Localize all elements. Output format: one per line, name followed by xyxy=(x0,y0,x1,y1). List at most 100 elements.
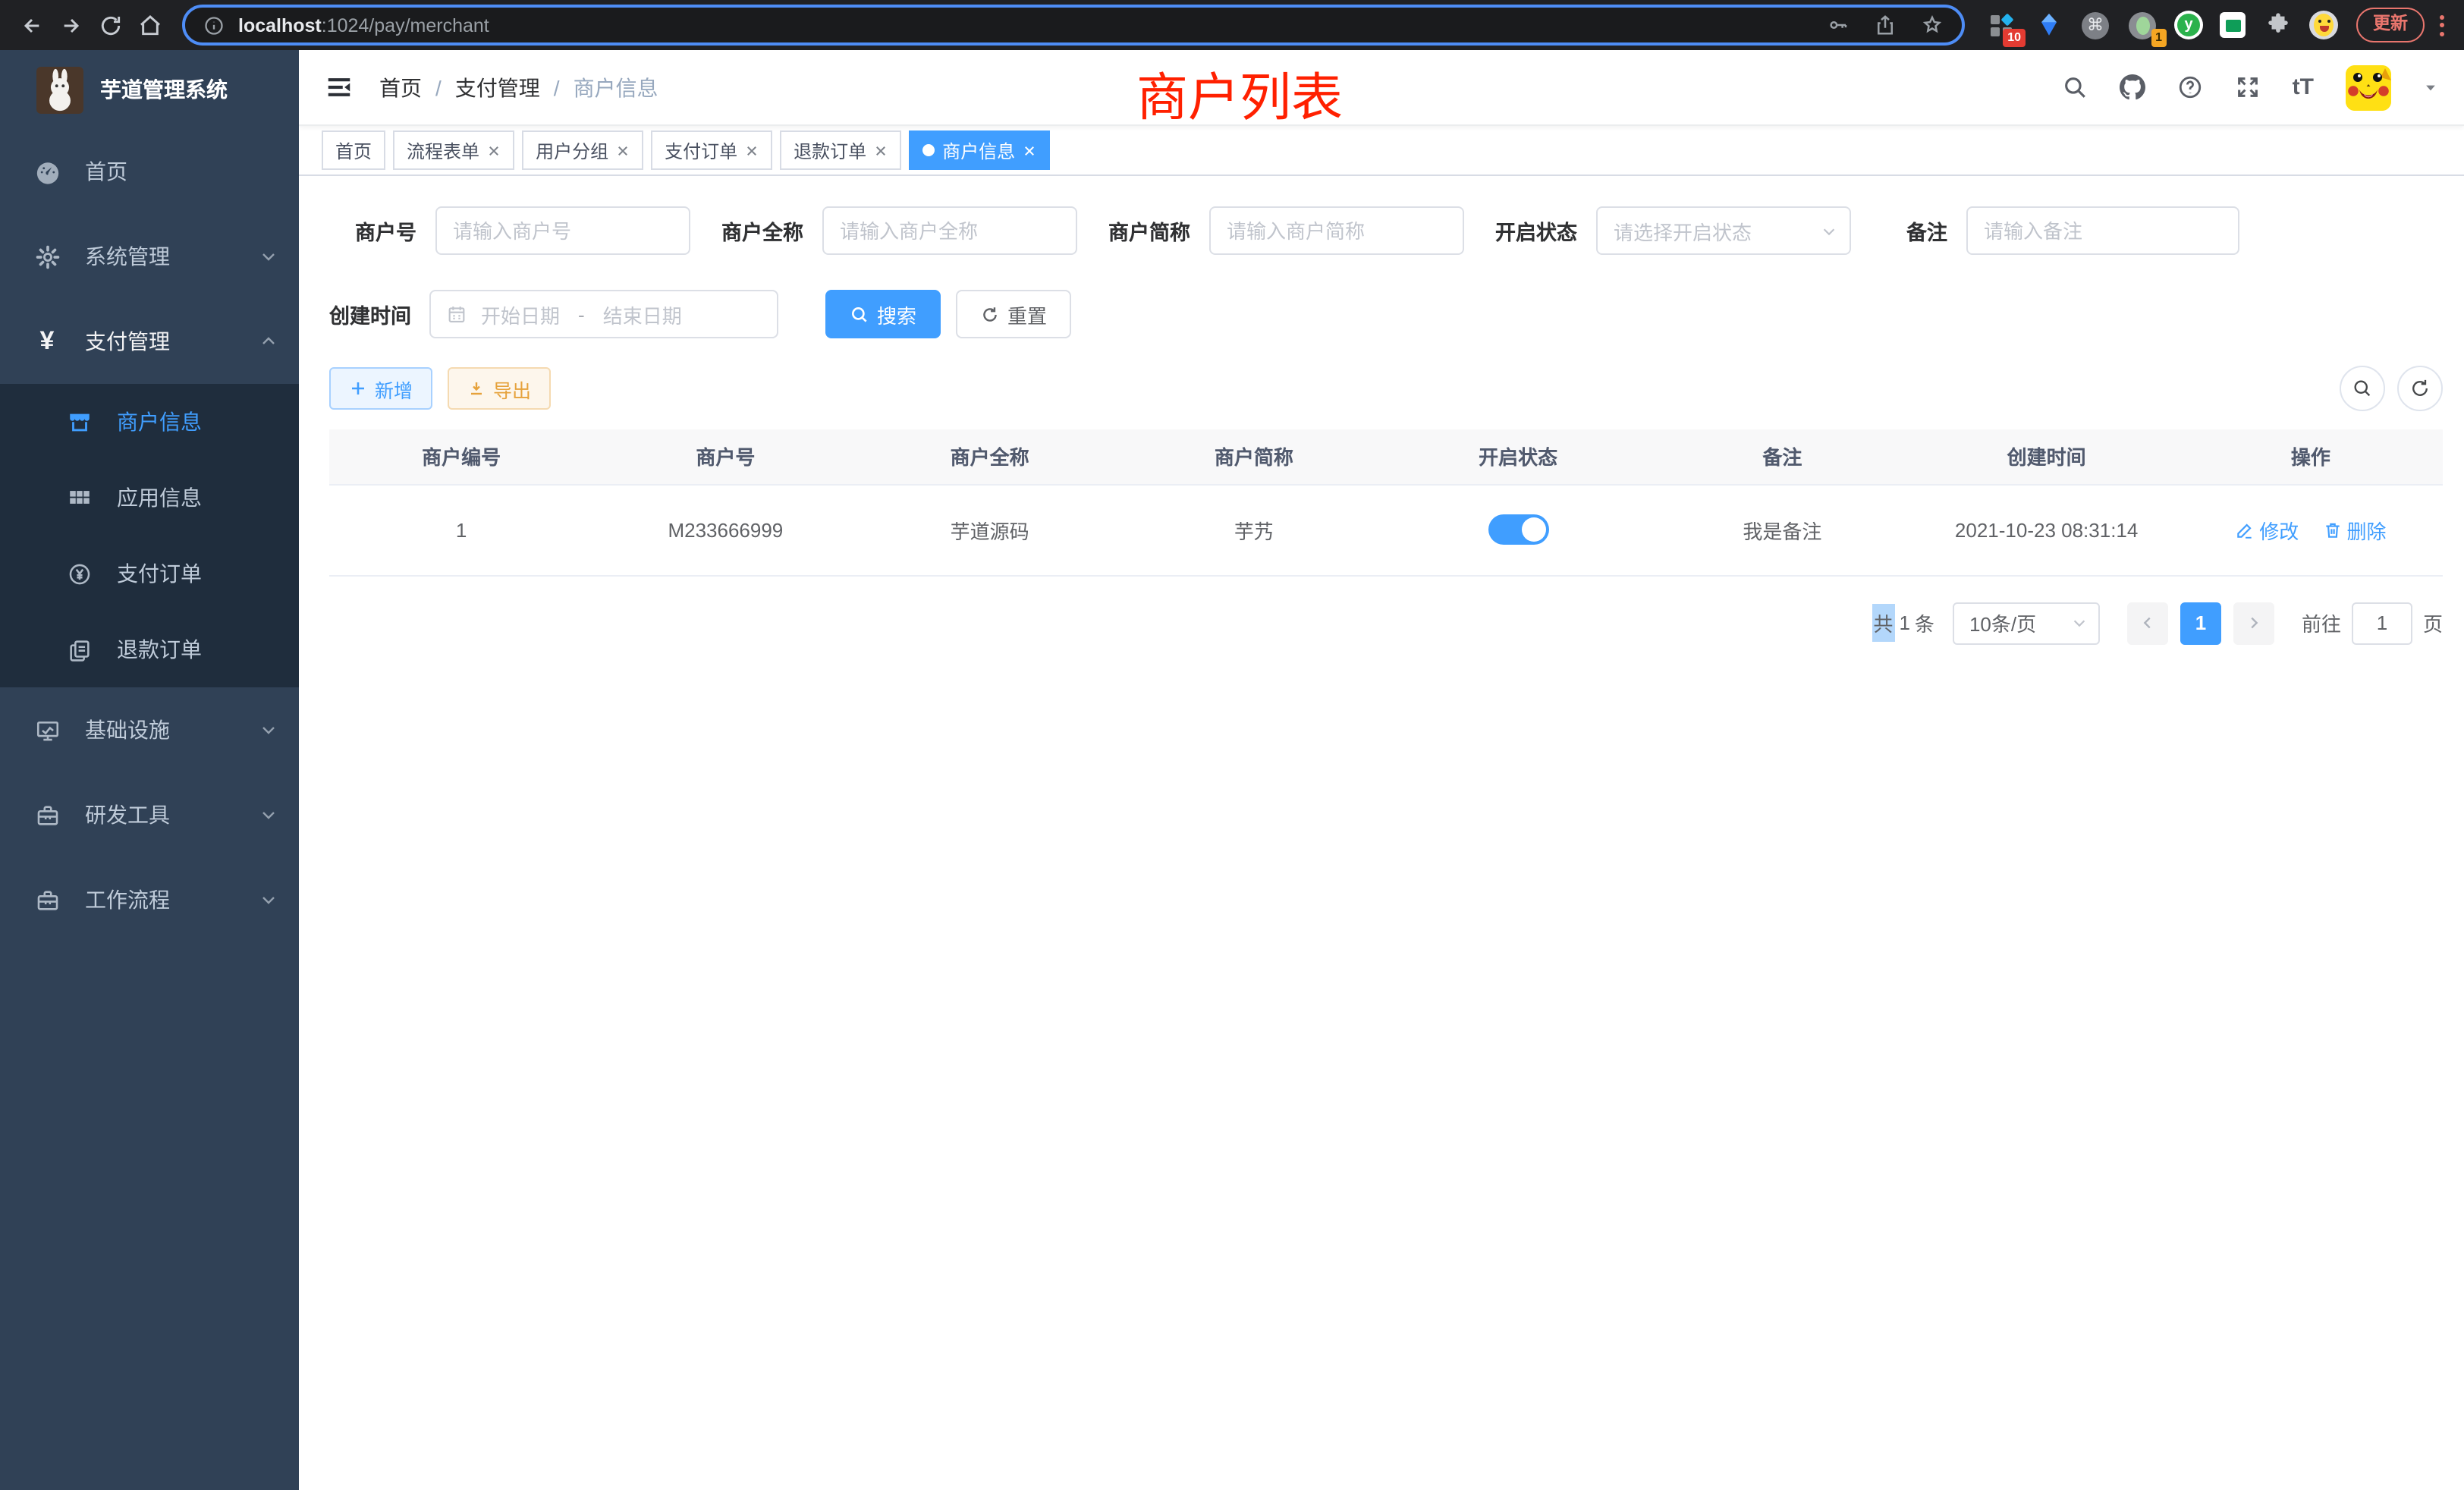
close-icon[interactable] xyxy=(1023,143,1036,157)
refresh-table-button[interactable] xyxy=(2397,366,2443,411)
sidebar-item-label: 支付管理 xyxy=(85,326,170,357)
delete-link-label: 删除 xyxy=(2347,515,2387,544)
short-name-input[interactable] xyxy=(1208,206,1463,255)
pagination-goto: 前往 页 xyxy=(2302,602,2443,644)
sidebar-item-pay-order[interactable]: 支付订单 xyxy=(0,536,299,611)
trash-icon xyxy=(2323,520,2343,539)
browser-back-button[interactable] xyxy=(12,5,52,45)
cell-status xyxy=(1386,484,1650,575)
extensions-menu-button[interactable] xyxy=(2262,10,2293,40)
sidebar-item-home[interactable]: 首页 xyxy=(0,129,299,214)
tab-label: 用户分组 xyxy=(536,137,608,163)
breadcrumb-payment[interactable]: 支付管理 xyxy=(455,72,540,102)
page-size-value: 10条/页 xyxy=(1969,608,2036,637)
font-size-button[interactable]: tT xyxy=(2293,74,2314,100)
chevron-down-icon xyxy=(259,721,278,739)
tab-merchant-info[interactable]: 商户信息 xyxy=(909,130,1050,170)
col-merchant-id: 商户编号 xyxy=(329,429,593,484)
fullscreen-button[interactable] xyxy=(2235,74,2261,100)
next-page-button[interactable] xyxy=(2233,602,2274,644)
gem-icon xyxy=(2037,12,2060,38)
col-create-time: 创建时间 xyxy=(1915,429,2179,484)
search-button[interactable]: 搜索 xyxy=(825,290,941,338)
extension-y-icon[interactable]: y xyxy=(2174,11,2203,39)
profile-avatar-button[interactable] xyxy=(2309,11,2338,39)
close-icon[interactable] xyxy=(745,143,759,157)
sidebar-item-app-info[interactable]: 应用信息 xyxy=(0,460,299,536)
yen-icon: ¥ xyxy=(32,326,62,357)
app-logo-row[interactable]: 芋道管理系统 xyxy=(0,50,299,129)
tab-home[interactable]: 首页 xyxy=(322,130,385,170)
sidebar-item-payment[interactable]: ¥ 支付管理 xyxy=(0,299,299,384)
merchant-no-input[interactable] xyxy=(435,206,690,255)
dashboard-icon xyxy=(32,159,62,184)
goto-page-input[interactable] xyxy=(2352,602,2412,644)
breadcrumb-separator: / xyxy=(554,75,560,99)
filter-status: 开启状态 请选择开启状态 xyxy=(1495,206,1850,255)
app-logo xyxy=(36,66,83,113)
remark-input[interactable] xyxy=(1966,206,2239,255)
export-button[interactable]: 导出 xyxy=(448,367,551,410)
browser-update-button[interactable]: 更新 xyxy=(2356,8,2425,43)
sidebar-item-label: 退款订单 xyxy=(117,634,202,665)
browser-forward-button[interactable] xyxy=(52,5,91,45)
bookmark-star-icon[interactable] xyxy=(1921,14,1944,36)
help-button[interactable] xyxy=(2177,74,2203,100)
toolbox-icon xyxy=(32,802,62,828)
sidebar-collapse-button[interactable] xyxy=(325,73,354,102)
close-icon[interactable] xyxy=(487,143,501,157)
delete-link[interactable]: 删除 xyxy=(2323,515,2387,544)
extension-badge: 10 xyxy=(2003,28,2026,46)
sidebar-item-refund-order[interactable]: 退款订单 xyxy=(0,611,299,687)
prev-page-button[interactable] xyxy=(2127,602,2168,644)
sidebar-item-infrastructure[interactable]: 基础设施 xyxy=(0,687,299,772)
share-icon[interactable] xyxy=(1874,14,1897,36)
extension-chat-icon[interactable] xyxy=(2220,12,2246,38)
browser-menu-button[interactable] xyxy=(2431,8,2452,42)
avatar-caret-icon[interactable] xyxy=(2423,80,2438,95)
extension-grid-icon[interactable]: 10 xyxy=(1986,10,2016,40)
table-row: 1 M233666999 芋道源码 芋艿 我是备注 2021-10-23 08:… xyxy=(329,484,2443,575)
password-key-icon[interactable] xyxy=(1827,14,1850,36)
status-toggle[interactable] xyxy=(1488,514,1548,545)
tab-refund-order[interactable]: 退款订单 xyxy=(780,130,901,170)
table-grid-icon xyxy=(64,485,94,511)
browser-reload-button[interactable] xyxy=(91,5,130,45)
date-range-picker[interactable]: 开始日期 - 结束日期 xyxy=(429,290,778,338)
show-search-button[interactable] xyxy=(2340,366,2385,411)
page-size-select[interactable]: 10条/页 xyxy=(1953,602,2100,644)
close-icon[interactable] xyxy=(616,143,630,157)
github-button[interactable] xyxy=(2120,74,2145,100)
extension-command-icon[interactable]: ⌘ xyxy=(2080,10,2110,40)
sidebar-item-label: 首页 xyxy=(85,156,127,187)
add-button[interactable]: 新增 xyxy=(329,367,432,410)
sidebar-item-system[interactable]: 系统管理 xyxy=(0,214,299,299)
reset-button[interactable]: 重置 xyxy=(956,290,1071,338)
site-info-icon[interactable] xyxy=(203,14,225,36)
breadcrumb-home[interactable]: 首页 xyxy=(379,72,422,102)
header-search-button[interactable] xyxy=(2062,74,2088,100)
edit-link[interactable]: 修改 xyxy=(2235,515,2299,544)
tab-process-form[interactable]: 流程表单 xyxy=(393,130,514,170)
full-name-input[interactable] xyxy=(822,206,1076,255)
close-icon[interactable] xyxy=(874,143,888,157)
sidebar-item-merchant-info[interactable]: 商户信息 xyxy=(0,384,299,460)
user-avatar[interactable] xyxy=(2346,64,2391,110)
chevron-down-icon xyxy=(259,806,278,824)
browser-home-button[interactable] xyxy=(130,5,170,45)
store-icon xyxy=(64,409,94,435)
tab-user-group[interactable]: 用户分组 xyxy=(522,130,643,170)
total-suffix: 条 xyxy=(1915,608,1934,637)
page-number-1[interactable]: 1 xyxy=(2180,602,2221,644)
col-remark: 备注 xyxy=(1650,429,1914,484)
extension-session-icon[interactable]: 1 xyxy=(2127,10,2158,40)
cell-actions: 修改 删除 xyxy=(2179,484,2443,575)
status-select[interactable]: 请选择开启状态 xyxy=(1595,206,1850,255)
extension-gem-icon[interactable] xyxy=(2033,10,2063,40)
search-button-label: 搜索 xyxy=(877,300,916,328)
url-bar[interactable]: localhost:1024/pay/merchant xyxy=(182,5,1965,46)
field-label: 商户简称 xyxy=(1108,215,1190,246)
sidebar-item-workflow[interactable]: 工作流程 xyxy=(0,857,299,942)
sidebar-item-dev-tools[interactable]: 研发工具 xyxy=(0,772,299,857)
tab-pay-order[interactable]: 支付订单 xyxy=(651,130,772,170)
